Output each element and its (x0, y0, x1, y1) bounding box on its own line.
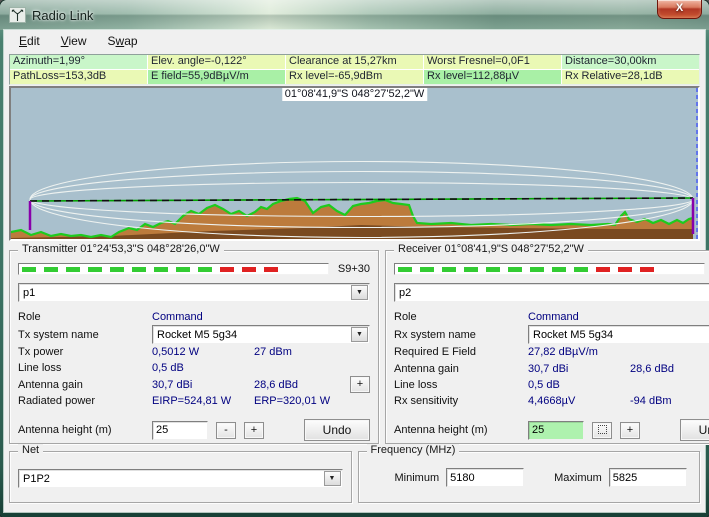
rx-sensitivity-label: Rx sensitivity (394, 393, 528, 409)
info-azimuth: Azimuth=1,99° (10, 55, 147, 69)
chevron-down-icon[interactable]: ▼ (351, 285, 368, 300)
tx-role-value: Command (152, 309, 370, 325)
menu-edit[interactable]: Edit (17, 33, 42, 49)
info-clearance: Clearance at 15,27km (286, 55, 423, 69)
rx-sensitivity-uv: 4,4668µV (528, 393, 630, 409)
tx-line-loss-label: Line loss (18, 360, 152, 376)
rx-role-label: Role (394, 309, 528, 325)
net-title: Net (18, 444, 43, 456)
frequency-max-label: Maximum (554, 472, 602, 484)
chevron-down-icon[interactable]: ▼ (351, 327, 368, 342)
info-worst-fresnel: Worst Fresnel=0,0F1 (424, 55, 561, 69)
tx-power-dbm: 27 dBm (254, 344, 350, 360)
tx-s-meter-label: S9+30 (338, 263, 370, 275)
info-rx-level-dbm: Rx level=-65,9dBm (286, 70, 423, 84)
frequency-min-input[interactable] (446, 468, 524, 487)
rx-role-value: Command (528, 309, 709, 325)
rx-height-plus-button[interactable]: + (620, 422, 640, 439)
rx-antenna-height-label: Antenna height (m) (394, 422, 528, 438)
rx-undo-button[interactable]: Undo (680, 419, 709, 441)
receiver-panel: Receiver 01°08'41,9"S 048°27'52,2"W S9+3… (385, 250, 709, 444)
rx-antenna-gain-label: Antenna gain (394, 361, 528, 377)
tx-station-combobox[interactable]: p1 ▼ (18, 283, 370, 302)
info-e-field: E field=55,9dBµV/m (148, 70, 285, 84)
tx-radiated-power-label: Radiated power (18, 393, 152, 409)
tx-eirp-value: EIRP=524,81 W (152, 393, 254, 409)
terrain-profile-canvas (11, 88, 700, 239)
menu-view[interactable]: View (59, 33, 89, 49)
menu-bar: Edit View Swap (4, 30, 705, 51)
tx-antenna-height-label: Antenna height (m) (18, 422, 152, 438)
tx-height-minus-button[interactable]: - (216, 422, 236, 439)
window-title: Radio Link (32, 8, 93, 23)
title-bar[interactable]: Radio Link X (0, 0, 709, 30)
radio-link-window: Radio Link X Edit View Swap Azimuth=1,99… (0, 0, 709, 517)
info-rx-relative: Rx Relative=28,1dB (562, 70, 699, 84)
antenna-icon (11, 9, 24, 22)
app-icon[interactable] (9, 7, 26, 23)
rx-antenna-height-input[interactable] (528, 421, 584, 440)
tx-signal-bar (18, 263, 329, 275)
frequency-min-label: Minimum (395, 472, 440, 484)
focus-rect-icon (598, 425, 607, 434)
rx-signal-bar (394, 263, 705, 275)
rx-system-label: Rx system name (394, 327, 528, 343)
chevron-down-icon[interactable]: ▼ (324, 471, 341, 486)
tx-erp-value: ERP=320,01 W (254, 393, 350, 409)
rx-height-minus-button[interactable] (592, 422, 612, 439)
info-rx-level-uv: Rx level=112,88µV (424, 70, 561, 84)
rx-gain-dbi: 30,7 dBi (528, 361, 630, 377)
net-combobox[interactable]: P1P2 ▼ (18, 469, 343, 488)
tx-system-label: Tx system name (18, 327, 152, 343)
tx-power-label: Tx power (18, 344, 152, 360)
frequency-panel: Frequency (MHz) Minimum Maximum (358, 451, 701, 503)
tx-undo-button[interactable]: Undo (304, 419, 370, 441)
receiver-title: Receiver 01°08'41,9"S 048°27'52,2"W (394, 243, 588, 255)
tx-system-combobox[interactable]: Rocket M5 5g34 ▼ (152, 325, 370, 344)
tx-antenna-detail-button[interactable]: + (350, 376, 370, 393)
path-profile-chart[interactable]: 01°08'41,9"S 048°27'52,2"W (9, 86, 700, 241)
tx-gain-dbd: 28,6 dBd (254, 377, 350, 393)
tx-power-watts: 0,5012 W (152, 344, 254, 360)
frequency-title: Frequency (MHz) (367, 444, 460, 456)
rx-required-efield-label: Required E Field (394, 344, 528, 360)
tx-role-label: Role (18, 309, 152, 325)
info-distance: Distance=30,00km (562, 55, 699, 69)
transmitter-title: Transmitter 01°24'53,3"S 048°28'26,0"W (18, 243, 224, 255)
info-elev-angle: Elev. angle=-0,122° (148, 55, 285, 69)
rx-gain-dbd: 28,6 dBd (630, 361, 709, 377)
close-button[interactable]: X (657, 0, 702, 19)
tx-antenna-gain-label: Antenna gain (18, 377, 152, 393)
rx-sensitivity-dbm: -94 dBm (630, 393, 709, 409)
info-pathloss: PathLoss=153,3dB (10, 70, 147, 84)
rx-line-loss-label: Line loss (394, 377, 528, 393)
transmitter-panel: Transmitter 01°24'53,3"S 048°28'26,0"W S… (9, 250, 379, 444)
rx-required-efield-value: 27,82 dBµV/m (528, 344, 709, 360)
net-panel: Net P1P2 ▼ (9, 451, 352, 503)
rx-station-combobox[interactable]: p2 ▼ (394, 283, 709, 302)
tx-height-plus-button[interactable]: + (244, 422, 264, 439)
menu-swap[interactable]: Swap (106, 33, 140, 49)
tx-antenna-height-input[interactable] (152, 421, 208, 440)
tx-gain-dbi: 30,7 dBi (152, 377, 254, 393)
cursor-coordinates-label: 01°08'41,9"S 048°27'52,2"W (282, 88, 427, 101)
rx-system-combobox[interactable]: Rocket M5 5g34 ▼ (528, 325, 709, 344)
rx-line-loss-value: 0,5 dB (528, 377, 709, 393)
frequency-max-input[interactable] (609, 468, 687, 487)
client-area: Edit View Swap Azimuth=1,99° Elev. angle… (4, 30, 705, 512)
link-info-grid: Azimuth=1,99° Elev. angle=-0,122° Cleara… (9, 54, 700, 85)
tx-line-loss-value: 0,5 dB (152, 360, 370, 376)
